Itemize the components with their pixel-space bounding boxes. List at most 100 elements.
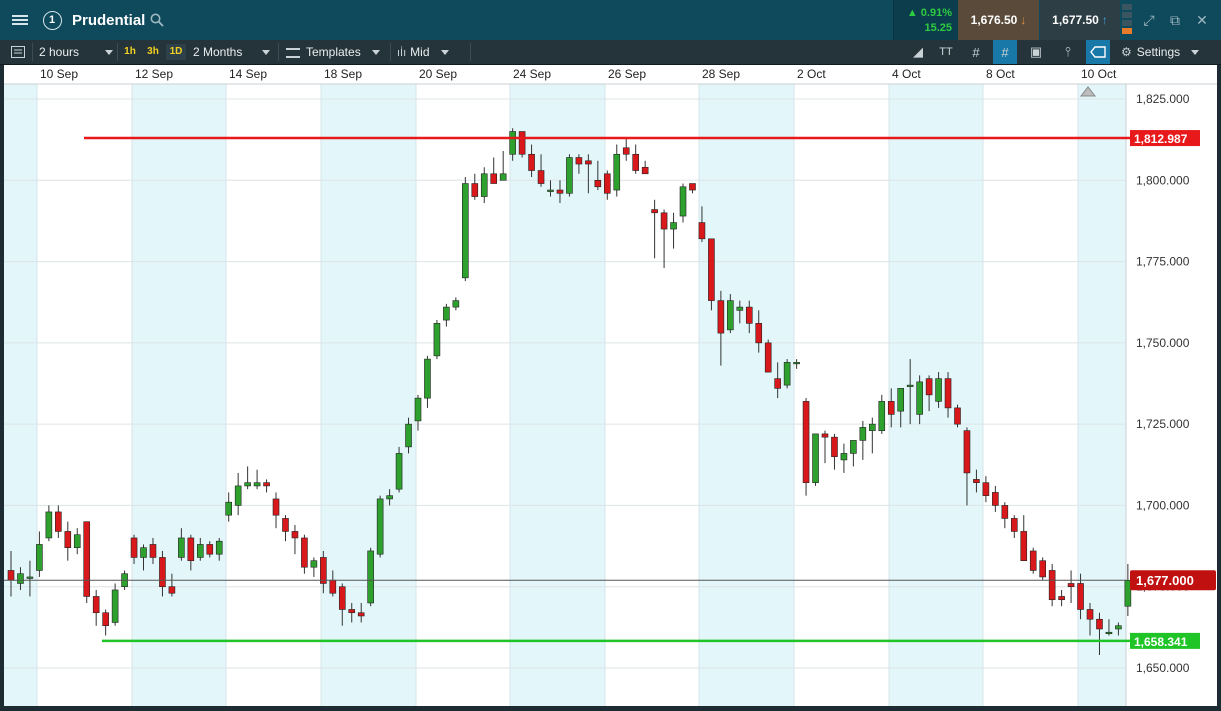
candle-body: [859, 427, 867, 441]
draw-line-icon[interactable]: ◢: [906, 40, 930, 64]
candle-body: [443, 306, 450, 321]
candle-body: [168, 586, 176, 594]
candle-body: [329, 579, 337, 594]
line-price-label: 1,812.987: [1134, 132, 1188, 146]
candle-body: [1124, 579, 1132, 607]
candle-body: [963, 430, 971, 474]
candle-body: [755, 323, 763, 344]
label-tag-icon[interactable]: [1086, 40, 1110, 64]
candle-body: [367, 550, 374, 604]
gear-icon: ⚙: [1121, 45, 1132, 59]
candle-body: [651, 209, 658, 214]
instrument-title[interactable]: Prudential: [72, 0, 145, 40]
menu-icon[interactable]: [0, 0, 40, 40]
candle-body: [518, 131, 526, 155]
candle-body: [850, 440, 857, 454]
y-tick-label: 1,650.000: [1136, 661, 1190, 675]
close-icon[interactable]: ✕: [1189, 0, 1215, 40]
interval-3h-button[interactable]: 3h: [143, 44, 163, 60]
candle-body: [906, 384, 914, 387]
candle-body: [802, 401, 810, 483]
x-tick-label: 20 Sep: [419, 67, 457, 81]
price-type-dropdown[interactable]: ıİı Mid: [397, 40, 449, 64]
x-tick-label: 14 Sep: [229, 67, 267, 81]
candle-body: [215, 540, 223, 555]
candle-body: [736, 306, 744, 311]
list-icon[interactable]: [6, 40, 30, 64]
candle-body: [310, 560, 318, 568]
candle-body: [556, 189, 564, 194]
settings-button[interactable]: ⚙ Settings: [1121, 40, 1199, 64]
grid-icon[interactable]: #: [964, 40, 988, 64]
candle-body: [831, 436, 838, 457]
candle-body: [878, 401, 886, 431]
price-type-label: Mid: [410, 45, 430, 59]
candle-body: [405, 423, 412, 448]
candle-body: [887, 401, 895, 415]
window-count-icon[interactable]: 1: [40, 0, 64, 40]
range-dropdown[interactable]: 2 Months: [193, 40, 270, 64]
expand-icon[interactable]: ⤢: [1136, 0, 1162, 40]
candle-body: [1086, 609, 1094, 620]
interval-dropdown[interactable]: 2 hours: [39, 40, 113, 64]
candle-body: [17, 573, 24, 584]
sell-button[interactable]: 1,676.50 ↓: [958, 0, 1039, 40]
price-chart[interactable]: 10 Sep 12 Sep 14 Sep 18 Sep 20 Sep 24 Sep 26 S…: [4, 65, 1217, 706]
candle-body: [774, 378, 781, 389]
candle-body: [282, 518, 289, 532]
buy-button[interactable]: 1,677.50 ↑: [1040, 0, 1120, 40]
search-icon[interactable]: [146, 0, 168, 40]
popout-icon[interactable]: ⧉: [1162, 0, 1188, 40]
candle-body: [111, 589, 119, 623]
indicator-icon[interactable]: ⫯: [1056, 40, 1080, 64]
templates-dropdown[interactable]: Templates: [286, 40, 380, 64]
y-tick-label: 1,800.000: [1136, 173, 1190, 187]
candle-body: [462, 183, 469, 279]
candle-body: [26, 576, 34, 579]
candle-body: [36, 544, 43, 571]
candle-body: [528, 153, 535, 171]
candlestick-chart[interactable]: 10 Sep 12 Sep 14 Sep 18 Sep 20 Sep 24 Sep 26 S…: [4, 65, 1217, 706]
candle-body: [357, 612, 365, 617]
text-tool-icon[interactable]: TT: [934, 40, 958, 64]
range-label: 2 Months: [193, 45, 243, 59]
candle-body: [1105, 631, 1113, 635]
candle-body: [916, 381, 923, 415]
candle-body: [925, 378, 933, 396]
interval-label: 2 hours: [39, 45, 80, 59]
candle-body: [679, 186, 687, 217]
candle-body: [1058, 596, 1065, 601]
candle-body: [1029, 550, 1037, 571]
day-shade: [699, 84, 794, 706]
candle-body: [149, 544, 157, 558]
layers-icon[interactable]: ▣: [1024, 40, 1048, 64]
candle-body: [821, 433, 829, 438]
candle-body: [187, 537, 195, 562]
templates-label: Templates: [306, 45, 361, 59]
x-tick-label: 24 Sep: [513, 67, 551, 81]
candle-body: [206, 544, 214, 555]
candle-body: [1077, 583, 1084, 610]
candle-body: [566, 157, 573, 194]
candle-body: [386, 495, 393, 500]
candle-body: [840, 453, 848, 461]
candle-body: [632, 153, 639, 171]
candle-body: [7, 570, 15, 581]
candle-body: [253, 482, 261, 487]
candle-body: [641, 166, 649, 175]
candle-body: [622, 147, 630, 155]
candle-body: [234, 485, 242, 506]
candle-body: [1096, 618, 1103, 630]
candle-body: [585, 160, 592, 165]
candle-body: [670, 222, 677, 230]
candle-body: [973, 479, 980, 483]
crosshair-icon[interactable]: #: [993, 40, 1017, 64]
change-abs: 15.25: [924, 22, 952, 34]
interval-1d-button[interactable]: 1D: [166, 44, 186, 60]
up-arrow-icon: ↑: [1101, 13, 1108, 27]
candle-body: [1020, 531, 1028, 562]
y-tick-label: 1,725.000: [1136, 417, 1190, 431]
candle-body: [1067, 583, 1075, 588]
interval-1h-button[interactable]: 1h: [120, 44, 140, 60]
candle-body: [159, 557, 166, 588]
